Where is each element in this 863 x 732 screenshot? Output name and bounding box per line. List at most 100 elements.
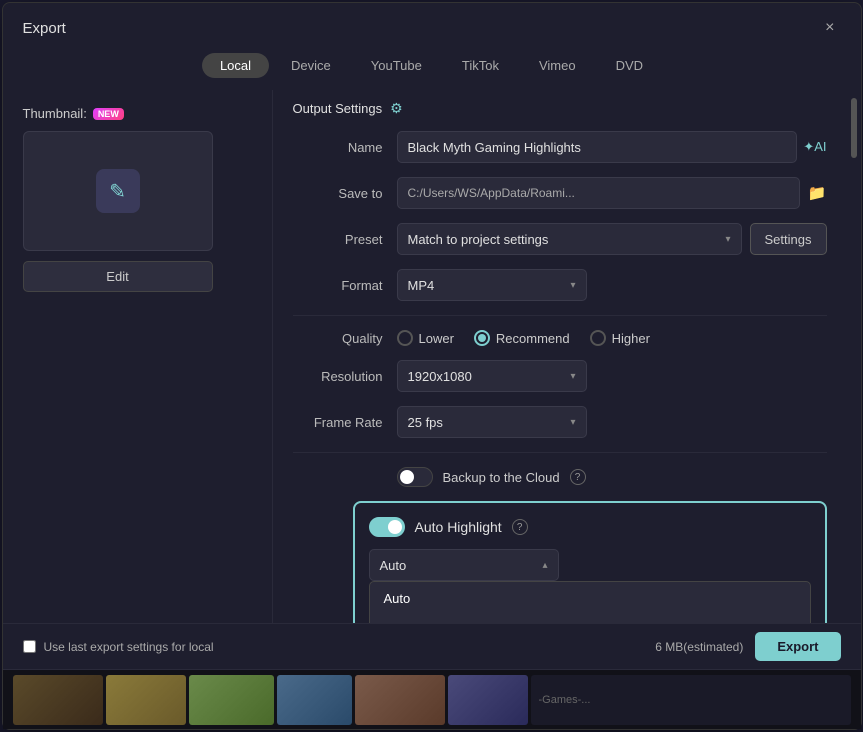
quality-higher-label: Higher: [612, 331, 650, 346]
preset-select[interactable]: Match to project settings ▾: [397, 223, 742, 255]
file-size-estimate: 6 MB(estimated): [655, 640, 743, 654]
auto-highlight-dropdown[interactable]: Auto ▴: [369, 549, 559, 581]
name-label: Name: [293, 140, 383, 155]
export-actions: 6 MB(estimated) Export: [655, 632, 840, 661]
thumbnail-label: Thumbnail: NEW: [23, 106, 124, 121]
main-content: Thumbnail: NEW ✎ Edit Output Settings ⚙ …: [3, 90, 861, 623]
cloud-row: Backup to the Cloud ?: [293, 467, 827, 487]
preset-label: Preset: [293, 232, 383, 247]
pencil-icon: ✎: [109, 179, 126, 204]
use-last-export-row: Use last export settings for local: [23, 640, 214, 654]
output-settings-label: Output Settings: [293, 101, 383, 116]
quality-recommend-radio[interactable]: [474, 330, 490, 346]
preset-chevron-icon: ▾: [725, 234, 730, 245]
new-badge: NEW: [93, 108, 124, 120]
resolution-select[interactable]: 1920x1080 ▾: [397, 360, 587, 392]
auto-highlight-toggle[interactable]: [369, 517, 405, 537]
resolution-chevron-icon: ▾: [570, 371, 575, 382]
tab-bar: Local Device YouTube TikTok Vimeo DVD: [3, 49, 861, 90]
cloud-toggle-knob: [400, 470, 414, 484]
resolution-row: Resolution 1920x1080 ▾: [293, 360, 827, 392]
save-to-path: C:/Users/WS/AppData/Roami...: [397, 177, 800, 209]
name-input[interactable]: [397, 131, 798, 163]
scrollbar-track[interactable]: [847, 90, 861, 623]
timeline-thumb-5: [355, 675, 445, 725]
name-input-row: ✦AI: [397, 131, 827, 163]
frame-rate-value: 25 fps: [408, 415, 443, 430]
auto-highlight-header: Auto Highlight ?: [369, 517, 811, 537]
tab-tiktok[interactable]: TikTok: [444, 53, 517, 78]
quality-label: Quality: [293, 331, 383, 346]
output-settings-title: Output Settings ⚙: [293, 100, 827, 117]
frame-rate-label: Frame Rate: [293, 415, 383, 430]
tab-youtube[interactable]: YouTube: [353, 53, 440, 78]
timeline-thumb-2: [106, 675, 186, 725]
save-to-row: Save to C:/Users/WS/AppData/Roami... 📁: [293, 177, 827, 209]
tab-vimeo[interactable]: Vimeo: [521, 53, 594, 78]
timeline-thumb-4: [277, 675, 352, 725]
auto-highlight-chevron-icon: ▴: [542, 560, 547, 571]
scrollbar-thumb[interactable]: [851, 98, 857, 158]
divider-1: [293, 315, 827, 316]
resolution-value: 1920x1080: [408, 369, 472, 384]
quality-lower[interactable]: Lower: [397, 330, 454, 346]
dropdown-item-auto[interactable]: Auto: [370, 582, 810, 615]
auto-highlight-help-icon[interactable]: ?: [512, 519, 528, 535]
edit-thumbnail-button[interactable]: Edit: [23, 261, 213, 292]
format-chevron-icon: ▾: [570, 280, 575, 291]
thumbnail-edit-icon: ✎: [96, 169, 140, 213]
format-label: Format: [293, 278, 383, 293]
quality-lower-radio[interactable]: [397, 330, 413, 346]
timeline-thumb-6: [448, 675, 528, 725]
preset-value: Match to project settings: [408, 232, 549, 247]
auto-highlight-toggle-knob: [388, 520, 402, 534]
tab-device[interactable]: Device: [273, 53, 349, 78]
thumbnail-preview[interactable]: ✎: [23, 131, 213, 251]
use-last-export-label[interactable]: Use last export settings for local: [44, 640, 214, 654]
tab-local[interactable]: Local: [202, 53, 269, 78]
frame-rate-select[interactable]: 25 fps ▾: [397, 406, 587, 438]
cloud-help-icon[interactable]: ?: [570, 469, 586, 485]
timeline-thumb-1: [13, 675, 103, 725]
save-to-label: Save to: [293, 186, 383, 201]
divider-2: [293, 452, 827, 453]
quality-options: Lower Recommend Higher: [397, 330, 650, 346]
export-button[interactable]: Export: [755, 632, 840, 661]
format-value: MP4: [408, 278, 435, 293]
thumbnail-text: Thumbnail:: [23, 106, 87, 121]
export-dialog: Export × Local Device YouTube TikTok Vim…: [2, 2, 862, 730]
bottom-bar: Use last export settings for local 6 MB(…: [3, 623, 861, 669]
dialog-title: Export: [23, 20, 66, 37]
format-select[interactable]: MP4 ▾: [397, 269, 587, 301]
resolution-label: Resolution: [293, 369, 383, 384]
tab-dvd[interactable]: DVD: [598, 53, 661, 78]
auto-highlight-dropdown-wrapper: Auto ▴ Auto 15s(TikTok) 60s(YouTube Shor…: [369, 549, 811, 623]
output-settings-icon: ⚙: [390, 100, 403, 117]
auto-highlight-dropdown-value: Auto: [380, 558, 407, 573]
name-row: Name ✦AI: [293, 131, 827, 163]
dropdown-item-15s[interactable]: 15s(TikTok): [370, 615, 810, 623]
preset-input-row: Match to project settings ▾ Settings: [397, 223, 827, 255]
frame-rate-row: Frame Rate 25 fps ▾: [293, 406, 827, 438]
quality-recommend-label: Recommend: [496, 331, 570, 346]
use-last-export-checkbox[interactable]: [23, 640, 36, 653]
quality-recommend[interactable]: Recommend: [474, 330, 570, 346]
folder-icon[interactable]: 📁: [808, 184, 827, 202]
auto-highlight-section: Auto Highlight ? Auto ▴ Auto 15s(TikTok)…: [353, 501, 827, 623]
left-panel: Thumbnail: NEW ✎ Edit: [3, 90, 273, 623]
settings-button[interactable]: Settings: [750, 223, 827, 255]
save-to-input-row: C:/Users/WS/AppData/Roami... 📁: [397, 177, 827, 209]
quality-higher[interactable]: Higher: [590, 330, 650, 346]
quality-lower-label: Lower: [419, 331, 454, 346]
quality-higher-radio[interactable]: [590, 330, 606, 346]
auto-highlight-dropdown-menu: Auto 15s(TikTok) 60s(YouTube Shorts) Cus…: [369, 581, 811, 623]
ai-icon[interactable]: ✦AI: [803, 139, 826, 155]
cloud-toggle[interactable]: [397, 467, 433, 487]
timeline-strip: -Games-...: [3, 669, 861, 729]
timeline-thumb-3: [189, 675, 274, 725]
format-row: Format MP4 ▾: [293, 269, 827, 301]
quality-recommend-radio-inner: [478, 334, 486, 342]
close-button[interactable]: ×: [819, 17, 840, 39]
cloud-label: Backup to the Cloud: [443, 470, 560, 485]
right-panel: Output Settings ⚙ Name ✦AI Save to C:/Us…: [273, 90, 847, 623]
